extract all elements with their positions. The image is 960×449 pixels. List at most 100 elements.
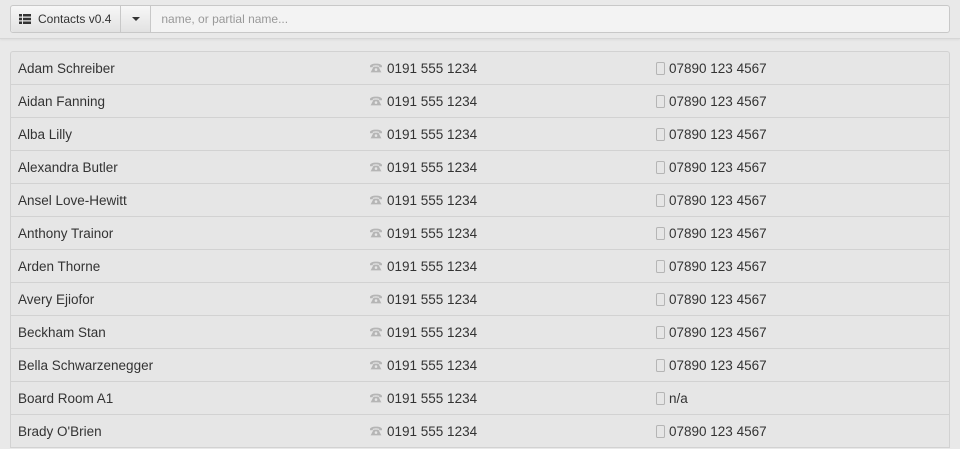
mobile-icon [656, 391, 665, 405]
mobile-icon [656, 424, 665, 438]
contact-mobile: 07890 123 4567 [656, 358, 767, 373]
mobile-number: 07890 123 4567 [669, 324, 767, 340]
phone-icon [369, 96, 383, 106]
phone-number: 0191 555 1234 [387, 159, 478, 175]
phone-icon [369, 162, 383, 172]
phone-number: 0191 555 1234 [387, 390, 478, 406]
phone-icon [369, 195, 383, 205]
contact-phone: 0191 555 1234 [369, 226, 656, 241]
app-menu-button[interactable]: Contacts v0.4 [11, 6, 122, 32]
phone-number: 0191 555 1234 [387, 324, 478, 340]
contact-name: Brady O'Brien [18, 423, 102, 439]
contact-row[interactable]: Bella Schwarzenegger 0191 555 1234 07890… [11, 349, 949, 382]
mobile-icon [656, 325, 665, 339]
contact-name: Bella Schwarzenegger [18, 357, 154, 373]
contact-row[interactable]: Alba Lilly 0191 555 1234 07890 123 4567 [11, 118, 949, 151]
contact-mobile: 07890 123 4567 [656, 325, 767, 340]
phone-number: 0191 555 1234 [387, 423, 478, 439]
contact-mobile: 07890 123 4567 [656, 226, 767, 241]
contact-row[interactable]: Alexandra Butler 0191 555 1234 07890 123… [11, 151, 949, 184]
mobile-number: 07890 123 4567 [669, 258, 767, 274]
contact-phone: 0191 555 1234 [369, 259, 656, 274]
phone-number: 0191 555 1234 [387, 126, 478, 142]
contact-mobile: n/a [656, 391, 688, 406]
contact-row[interactable]: Ansel Love-Hewitt 0191 555 1234 07890 12… [11, 184, 949, 217]
phone-icon [369, 360, 383, 370]
mobile-icon [656, 160, 665, 174]
mobile-number: 07890 123 4567 [669, 159, 767, 175]
mobile-icon [656, 127, 665, 141]
contact-phone: 0191 555 1234 [369, 358, 656, 373]
contact-mobile: 07890 123 4567 [656, 160, 767, 175]
contact-phone: 0191 555 1234 [369, 160, 656, 175]
dropdown-toggle-button[interactable] [121, 6, 152, 32]
phone-number: 0191 555 1234 [387, 93, 478, 109]
contact-name: Avery Ejiofor [18, 291, 95, 307]
contact-phone: 0191 555 1234 [369, 127, 656, 142]
phone-icon [369, 129, 383, 139]
phone-icon [369, 63, 383, 73]
contact-mobile: 07890 123 4567 [656, 259, 767, 274]
contact-name: Anthony Trainor [18, 225, 114, 241]
toolbar: Contacts v0.4 [10, 5, 950, 33]
contact-mobile: 07890 123 4567 [656, 94, 767, 109]
top-bar: Contacts v0.4 [0, 0, 960, 39]
contact-row[interactable]: Aidan Fanning 0191 555 1234 07890 123 45… [11, 85, 949, 118]
mobile-icon [656, 226, 665, 240]
contact-phone: 0191 555 1234 [369, 94, 656, 109]
contact-mobile: 07890 123 4567 [656, 193, 767, 208]
contact-name: Arden Thorne [18, 258, 101, 274]
mobile-number: 07890 123 4567 [669, 423, 767, 439]
contact-row[interactable]: Beckham Stan 0191 555 1234 07890 123 456… [11, 316, 949, 349]
mobile-number: 07890 123 4567 [669, 93, 767, 109]
contact-phone: 0191 555 1234 [369, 424, 656, 439]
phone-number: 0191 555 1234 [387, 258, 478, 274]
contact-row[interactable]: Board Room A1 0191 555 1234 n/a [11, 382, 949, 415]
contact-row[interactable]: Adam Schreiber 0191 555 1234 07890 123 4… [11, 52, 949, 85]
contact-list: Adam Schreiber 0191 555 1234 07890 123 4… [10, 51, 950, 448]
contact-name: Board Room A1 [18, 390, 114, 406]
contact-mobile: 07890 123 4567 [656, 127, 767, 142]
phone-icon [369, 393, 383, 403]
phone-icon [369, 294, 383, 304]
contact-name: Beckham Stan [18, 324, 106, 340]
contact-name: Ansel Love-Hewitt [18, 192, 127, 208]
mobile-number: 07890 123 4567 [669, 126, 767, 142]
phone-number: 0191 555 1234 [387, 291, 478, 307]
contact-name: Alba Lilly [18, 126, 73, 142]
caret-down-icon [131, 17, 140, 21]
contact-row[interactable]: Anthony Trainor 0191 555 1234 07890 123 … [11, 217, 949, 250]
contact-phone: 0191 555 1234 [369, 391, 656, 406]
contact-mobile: 07890 123 4567 [656, 61, 767, 76]
phone-number: 0191 555 1234 [387, 60, 478, 76]
phone-icon [369, 261, 383, 271]
contact-name: Alexandra Butler [18, 159, 118, 175]
mobile-number: 07890 123 4567 [669, 60, 767, 76]
mobile-number: n/a [669, 390, 688, 406]
mobile-number: 07890 123 4567 [669, 291, 767, 307]
contact-row[interactable]: Arden Thorne 0191 555 1234 07890 123 456… [11, 250, 949, 283]
mobile-icon [656, 292, 665, 306]
mobile-icon [656, 193, 665, 207]
mobile-icon [656, 61, 665, 75]
contact-mobile: 07890 123 4567 [656, 424, 767, 439]
contact-phone: 0191 555 1234 [369, 61, 656, 76]
mobile-number: 07890 123 4567 [669, 357, 767, 373]
search-input[interactable] [151, 6, 949, 32]
contact-phone: 0191 555 1234 [369, 193, 656, 208]
mobile-icon [656, 94, 665, 108]
contact-mobile: 07890 123 4567 [656, 292, 767, 307]
contact-phone: 0191 555 1234 [369, 325, 656, 340]
app-title: Contacts v0.4 [38, 12, 112, 26]
mobile-icon [656, 259, 665, 273]
contact-row[interactable]: Avery Ejiofor 0191 555 1234 07890 123 45… [11, 283, 949, 316]
phone-number: 0191 555 1234 [387, 192, 478, 208]
mobile-icon [656, 358, 665, 372]
contact-row[interactable]: Brady O'Brien 0191 555 1234 07890 123 45… [11, 415, 949, 448]
contact-name: Aidan Fanning [18, 93, 106, 109]
phone-icon [369, 228, 383, 238]
mobile-number: 07890 123 4567 [669, 225, 767, 241]
mobile-number: 07890 123 4567 [669, 192, 767, 208]
list-icon [19, 14, 31, 24]
phone-icon [369, 426, 383, 436]
